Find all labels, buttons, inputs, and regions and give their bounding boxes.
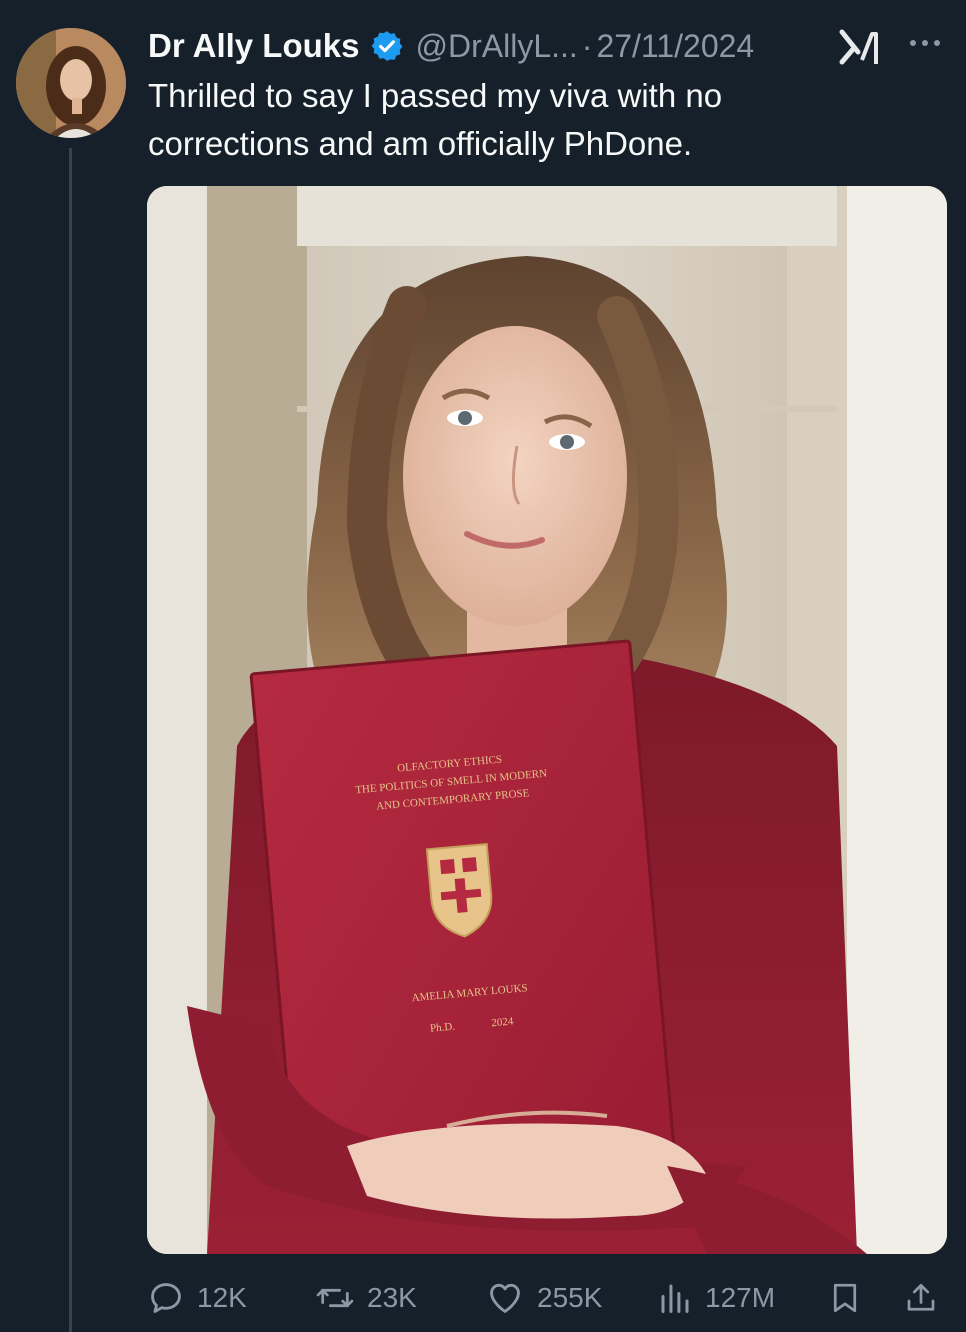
bookmark-button[interactable] <box>827 1272 863 1324</box>
reply-count: 12K <box>197 1282 247 1313</box>
verified-badge-icon <box>370 29 404 63</box>
bookmark-icon <box>827 1279 863 1317</box>
repost-button[interactable]: 23K <box>315 1272 417 1324</box>
views-icon <box>657 1279 693 1317</box>
tweet-photo[interactable]: OLFACTORY ETHICS THE POLITICS OF SMELL I… <box>147 186 947 1254</box>
reply-icon <box>147 1279 185 1317</box>
tweet-text-line: corrections and am officially PhDone. <box>148 125 693 162</box>
user-handle[interactable]: @DrAllyL... <box>416 28 578 65</box>
tweet-text-line: Thrilled to say I passed my viva with no <box>148 77 723 114</box>
views-button[interactable]: 127M <box>657 1272 775 1324</box>
repost-icon <box>315 1279 355 1317</box>
share-icon <box>903 1279 939 1317</box>
action-bar: 12K 23K 255K 127M <box>147 1272 947 1324</box>
avatar-image <box>16 28 126 138</box>
more-icon[interactable] <box>905 28 945 58</box>
post-date[interactable]: 27/11/2024 <box>596 28 754 65</box>
heart-icon <box>485 1279 525 1317</box>
display-name[interactable]: Dr Ally Louks <box>148 27 360 65</box>
like-button[interactable]: 255K <box>485 1272 602 1324</box>
thesis-degree: Ph.D. <box>430 1021 456 1035</box>
thread-line <box>69 148 72 1332</box>
tweet-text: Thrilled to say I passed my viva with no… <box>148 72 928 168</box>
repost-count: 23K <box>367 1282 417 1313</box>
photo-woman-holding-thesis: OLFACTORY ETHICS THE POLITICS OF SMELL I… <box>147 186 947 1254</box>
views-count: 127M <box>705 1282 776 1313</box>
thesis-year: 2024 <box>491 1015 514 1029</box>
separator-dot: · <box>581 27 593 64</box>
like-count: 255K <box>537 1282 603 1313</box>
grok-icon[interactable] <box>838 26 884 68</box>
reply-button[interactable]: 12K <box>147 1272 247 1324</box>
share-button[interactable] <box>903 1272 939 1324</box>
avatar[interactable] <box>16 28 126 138</box>
tweet-header: Dr Ally Louks @DrAllyL... · 27/11/2024 <box>148 22 754 70</box>
